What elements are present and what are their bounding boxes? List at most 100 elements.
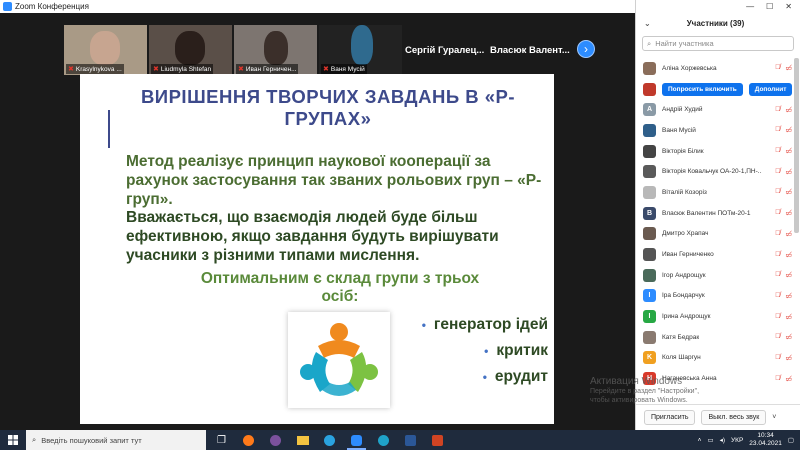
slide-paragraph-3: Оптимальним є склад групи з трьох осіб:: [200, 270, 480, 305]
edge-icon[interactable]: [370, 430, 397, 450]
video-off-icon: ▭̸: [785, 210, 792, 218]
avatar: I: [643, 289, 656, 303]
video-thumbnail-strip: ✖ Krasylnykova ... ✖ Liudmyla Shtefan ✖ Ива…: [64, 25, 402, 75]
zoom-taskbar-icon[interactable]: [343, 430, 370, 450]
mute-all-button[interactable]: Выкл. весь звук: [701, 410, 767, 425]
participants-title: Участники (39): [686, 18, 745, 28]
window-title: Zoom Конференция: [15, 2, 89, 11]
viber-icon[interactable]: [262, 430, 289, 450]
role-list: • генератор ідей • критик • ерудит: [398, 312, 548, 390]
zoom-app-icon: [3, 2, 12, 11]
participant-name: Віталій Козоріз: [662, 188, 707, 196]
start-button[interactable]: [0, 430, 26, 450]
participant-row[interactable]: B Власюк Валентин ПОТм-20-1 🎙̸ ▭̸: [636, 203, 792, 224]
participant-face: [264, 31, 288, 65]
video-off-icon: ▭̸: [785, 106, 792, 114]
ask-to-unmute-button[interactable]: Попросить включить: [662, 82, 743, 96]
activation-subtitle: Перейдите в раздел "Настройки", чтобы ак…: [590, 388, 700, 404]
participant-row[interactable]: Віталій Козоріз 🎙̸ ▭̸: [636, 182, 792, 203]
scrollbar[interactable]: [794, 58, 799, 233]
video-thumbnail[interactable]: ✖ Krasylnykova ...: [64, 25, 147, 75]
participant-row[interactable]: Дмитро Храпач 🎙̸ ▭̸: [636, 224, 792, 245]
mic-muted-icon: 🎙̸: [775, 353, 781, 361]
more-options-button[interactable]: Дополнит: [748, 82, 793, 96]
role-item: • генератор ідей: [421, 316, 548, 333]
video-off-icon: ▭̸: [785, 230, 792, 238]
mic-muted-icon: ✖: [68, 66, 74, 73]
taskbar-apps: ❐: [208, 430, 451, 450]
mic-muted-icon: 🎙̸: [775, 374, 781, 382]
participant-name: Аліна Хоржевська: [662, 64, 717, 72]
more-icon[interactable]: ˅: [772, 414, 776, 421]
participant-row[interactable]: I Ірина Андрощук 🎙̸ ▭̸: [636, 306, 792, 327]
bullet-icon: •: [421, 318, 426, 332]
avatar: I: [643, 310, 656, 324]
mic-muted-icon: 🎙̸: [775, 188, 781, 196]
mic-muted-icon: ✖: [153, 66, 159, 73]
participant-row[interactable]: Попросить включить Дополнит: [636, 79, 793, 100]
clock[interactable]: 10:34 23.04.2021: [749, 432, 782, 448]
slide-paragraph-1: Метод реалізує принцип наукової кооперац…: [126, 153, 542, 208]
taskbar-search-input[interactable]: ⌕ Введіть пошуковий запит тут: [26, 430, 206, 450]
language-indicator[interactable]: УКР: [731, 437, 743, 444]
powerpoint-icon[interactable]: [424, 430, 451, 450]
slide-accent-line: [108, 110, 110, 148]
participant-list: Аліна Хоржевська 🎙̸ ▭̸ Попросить включить До…: [636, 58, 793, 389]
mic-muted-icon: 🎙̸: [775, 312, 781, 320]
mic-muted-icon: 🎙̸: [775, 271, 781, 279]
maximize-icon[interactable]: ☐: [766, 2, 773, 11]
participant-row[interactable]: A Андрій Худий 🎙̸ ▭̸: [636, 99, 792, 120]
participant-row[interactable]: Иван Герниченко 🎙̸ ▭̸: [636, 244, 792, 265]
video-off-icon: ▭̸: [785, 148, 792, 156]
shared-slide: ВИРІШЕННЯ ТВОРЧИХ ЗАВДАНЬ В «Р-ГРУПАХ» М…: [80, 74, 554, 424]
firefox-icon[interactable]: [235, 430, 262, 450]
participant-row[interactable]: Ваня Мусій 🎙̸ ▭̸: [636, 120, 792, 141]
mic-muted-icon: 🎙̸: [775, 147, 781, 155]
bullet-icon: •: [482, 370, 487, 384]
minimize-icon[interactable]: —: [746, 2, 754, 11]
invite-button[interactable]: Пригласить: [644, 410, 696, 425]
file-explorer-icon[interactable]: [289, 430, 316, 450]
participant-name: Іра Бондарчук: [662, 292, 705, 300]
mic-muted-icon: 🎙̸: [775, 250, 781, 258]
people-circle-icon: [300, 323, 378, 396]
avatar: [643, 248, 656, 262]
mic-muted-icon: 🎙̸: [775, 333, 781, 341]
participant-row[interactable]: Вікторія Ковальчук ОА-20-1,ПН-... 🎙̸ ▭̸: [636, 161, 792, 182]
chevron-up-icon[interactable]: ˄: [698, 437, 702, 444]
participant-row[interactable]: Вікторія Білик 🎙̸ ▭̸: [636, 141, 792, 162]
chevron-down-icon[interactable]: ⌄: [644, 19, 651, 28]
task-view-icon[interactable]: ❐: [208, 430, 235, 450]
word-icon[interactable]: [397, 430, 424, 450]
close-icon[interactable]: ✕: [785, 2, 792, 11]
participant-search-input[interactable]: ⌕ Найти участника: [642, 36, 794, 51]
avatar: B: [643, 206, 656, 220]
name-tile[interactable]: Сергій Гуралец...: [405, 25, 484, 75]
notifications-icon[interactable]: ▢: [788, 436, 794, 444]
mic-muted-icon: 🎙̸: [775, 229, 781, 237]
video-thumbnail[interactable]: ✖ Ваня Мусій: [319, 25, 402, 75]
avatar: [643, 268, 656, 282]
next-page-button[interactable]: ›: [577, 40, 595, 58]
video-thumbnail[interactable]: ✖ Иван Герничен...: [234, 25, 317, 75]
name-tile[interactable]: Власюк Валент...: [490, 25, 570, 75]
volume-icon[interactable]: ◂): [720, 436, 725, 444]
role-item: • критик: [484, 342, 548, 359]
mic-muted-icon: 🎙̸: [775, 291, 781, 299]
participant-name: Вікторія Білик: [662, 147, 704, 155]
participant-row[interactable]: Ігор Андрощук 🎙̸ ▭̸: [636, 265, 792, 286]
network-icon[interactable]: ▭: [707, 436, 713, 444]
participant-row[interactable]: K Коля Шаргун 🎙̸ ▭̸: [636, 348, 792, 369]
avatar: [643, 227, 656, 241]
participant-row[interactable]: Катя Бедрак 🎙̸ ▭̸: [636, 327, 792, 348]
participant-name: Ваня Мусій: [662, 126, 696, 134]
telegram-icon[interactable]: [316, 430, 343, 450]
participant-row[interactable]: Аліна Хоржевська 🎙̸ ▭̸: [636, 58, 792, 79]
participant-row[interactable]: I Іра Бондарчук 🎙̸ ▭̸: [636, 286, 792, 307]
mic-muted-icon: 🎙̸: [775, 105, 781, 113]
video-off-icon: ▭̸: [785, 354, 792, 362]
video-off-icon: ▭̸: [785, 375, 792, 383]
video-thumbnail[interactable]: ✖ Liudmyla Shtefan: [149, 25, 232, 75]
participant-face: [351, 25, 373, 65]
participants-panel: — ☐ ✕ ⌄ Участники (39) ⌕ Найти участника…: [635, 0, 800, 430]
